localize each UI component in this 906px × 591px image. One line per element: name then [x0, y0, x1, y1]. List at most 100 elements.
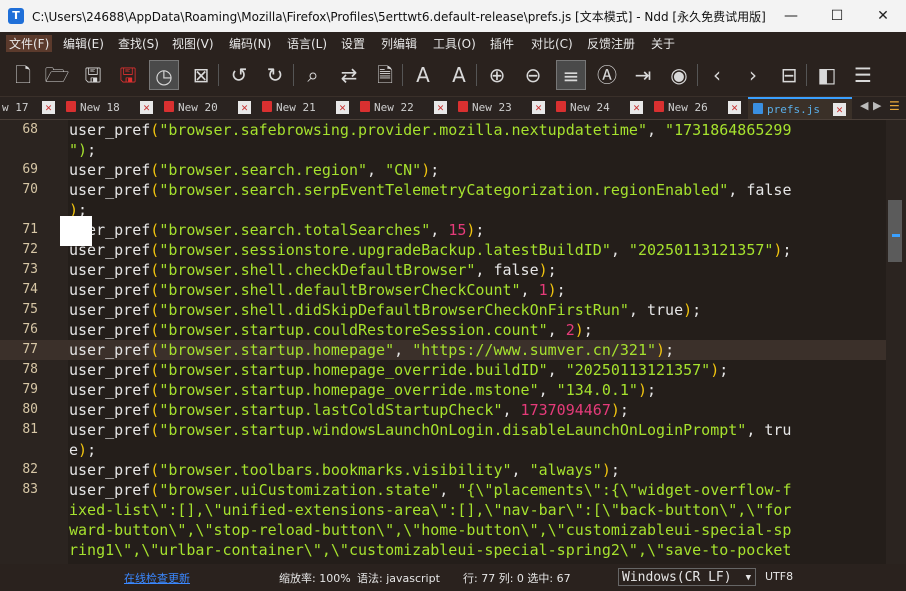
code-line[interactable]: 72 user_pref("browser.sessionstore.upgrad… — [0, 240, 886, 260]
vertical-scrollbar[interactable] — [886, 120, 906, 564]
preview-icon[interactable]: ◉ — [664, 60, 694, 90]
code-line[interactable]: ); — [0, 200, 886, 220]
maximize-button[interactable]: ☐ — [814, 0, 860, 32]
check-update-link[interactable]: 在线检查更新 — [124, 570, 190, 586]
close-tab-icon[interactable]: ✕ — [42, 101, 55, 114]
code-line[interactable]: 76 user_pref("browser.startup.couldRestor… — [0, 320, 886, 340]
tab-label: prefs.js — [767, 103, 820, 116]
code-line[interactable]: 74 user_pref("browser.shell.defaultBrowse… — [0, 280, 886, 300]
code-line[interactable]: 70 user_pref("browser.search.serpEventTel… — [0, 180, 886, 200]
code-text: e); — [69, 441, 97, 459]
close-tab-icon[interactable]: ✕ — [630, 101, 643, 114]
selection-marker — [60, 216, 92, 246]
file-icon — [556, 101, 566, 112]
close-tab-icon[interactable]: ✕ — [833, 103, 846, 116]
code-line[interactable]: "); — [0, 140, 886, 160]
menu-find[interactable]: 查找(S) — [118, 35, 159, 52]
toolbar-separator — [697, 64, 698, 86]
new-file-icon[interactable]: 🗋 — [8, 60, 38, 90]
menu-view[interactable]: 视图(V) — [172, 35, 214, 52]
close-tab-icon[interactable]: ✕ — [728, 101, 741, 114]
menu-column-edit[interactable]: 列编辑 — [381, 35, 417, 52]
code-text: user_pref("browser.shell.checkDefaultBro… — [69, 261, 557, 279]
code-line[interactable]: 79 user_pref("browser.startup.homepage_ov… — [0, 380, 886, 400]
open-folder-icon[interactable]: 🗁 — [42, 60, 72, 90]
tab-new-21[interactable]: New 21 ✕ — [262, 97, 356, 119]
code-line[interactable]: 82 user_pref("browser.toolbars.bookmarks.… — [0, 460, 886, 480]
menu-settings[interactable]: 设置 — [341, 35, 365, 52]
app-icon: T — [8, 8, 24, 24]
close-tab-icon[interactable]: ✕ — [140, 101, 153, 114]
scrollbar-marker — [892, 234, 900, 237]
code-line[interactable]: 81 user_pref("browser.startup.windowsLaun… — [0, 420, 886, 440]
menu-file[interactable]: 文件(F) — [6, 35, 53, 52]
editor-window: T C:\Users\24688\AppData\Roaming\Mozilla… — [0, 0, 906, 591]
undo-icon[interactable]: ↺ — [224, 60, 254, 90]
next-icon[interactable]: › — [738, 60, 768, 90]
tab-new-26[interactable]: New 26 ✕ — [654, 97, 748, 119]
menu-edit[interactable]: 编辑(E) — [63, 35, 104, 52]
code-line[interactable]: e); — [0, 440, 886, 460]
tab-scroll-right-icon[interactable]: ▶ — [873, 99, 881, 112]
menu-tools[interactable]: 工具(O) — [433, 35, 476, 52]
prev-icon[interactable]: ‹ — [702, 60, 732, 90]
code-editor[interactable]: 68 user_pref("browser.safebrowsing.provid… — [0, 120, 886, 564]
show-symbols-icon[interactable]: Ⓐ — [592, 60, 622, 90]
code-text: user_pref("browser.safebrowsing.provider… — [69, 121, 792, 139]
tab-new-17[interactable]: w 17 ✕ — [0, 97, 62, 119]
close-button[interactable]: ✕ — [860, 0, 906, 32]
menu-compare[interactable]: 对比(C) — [531, 35, 573, 52]
code-line[interactable]: 71 user_pref("browser.search.totalSearche… — [0, 220, 886, 240]
save-icon[interactable]: 🖫 — [78, 60, 108, 90]
code-line[interactable]: ixed-list\":[],\"unified-extensions-area… — [0, 500, 886, 520]
file-watch-icon[interactable]: ◷ — [149, 60, 179, 90]
save-all-icon[interactable]: 🖫 — [113, 60, 143, 90]
tab-list-icon[interactable]: ☰ — [889, 99, 900, 113]
tab-prefs-js[interactable]: prefs.js ✕ — [748, 97, 852, 119]
code-line[interactable]: 77 user_pref("browser.startup.homepage", … — [0, 340, 886, 360]
code-line[interactable]: ward-button\",\"stop-reload-button\",\"h… — [0, 520, 886, 540]
font-larger-icon[interactable]: A — [408, 60, 438, 90]
menu-plugins[interactable]: 插件 — [490, 35, 514, 52]
code-text: ring1\",\"urlbar-container\",\"customiza… — [69, 541, 792, 559]
close-tab-icon[interactable]: ✕ — [532, 101, 545, 114]
tab-scroll-left-icon[interactable]: ◀ — [860, 99, 868, 112]
close-tab-icon[interactable]: ✕ — [336, 101, 349, 114]
code-line[interactable]: 78 user_pref("browser.startup.homepage_ov… — [0, 360, 886, 380]
code-line[interactable]: 75 user_pref("browser.shell.didSkipDefaul… — [0, 300, 886, 320]
tab-new-24[interactable]: New 24 ✕ — [556, 97, 650, 119]
split-view-icon[interactable]: ◧ — [812, 60, 842, 90]
minimize-button[interactable]: — — [768, 0, 814, 32]
menu-feedback[interactable]: 反馈注册 — [587, 35, 635, 52]
code-line[interactable]: ring1\",\"urlbar-container\",\"customiza… — [0, 540, 886, 560]
replace-icon[interactable]: ⇄ — [334, 60, 364, 90]
close-file-icon[interactable]: ⊠ — [186, 60, 216, 90]
menu-language[interactable]: 语言(L) — [287, 35, 327, 52]
line-ending-select[interactable]: Windows(CR LF) ▼ — [618, 568, 756, 586]
tab-new-20[interactable]: New 20 ✕ — [164, 97, 258, 119]
redo-icon[interactable]: ↻ — [260, 60, 290, 90]
code-line[interactable]: 68 user_pref("browser.safebrowsing.provid… — [0, 120, 886, 140]
code-line[interactable]: 83 user_pref("browser.uiCustomization.sta… — [0, 480, 886, 500]
code-line[interactable]: 80 user_pref("browser.startup.lastColdSta… — [0, 400, 886, 420]
zoom-in-icon[interactable]: ⊕ — [482, 60, 512, 90]
macro-icon[interactable]: ⊟ — [774, 60, 804, 90]
file-list-icon[interactable]: ☰ — [848, 60, 878, 90]
scrollbar-thumb[interactable] — [888, 200, 902, 262]
indent-guide-icon[interactable]: ⇥ — [628, 60, 658, 90]
close-tab-icon[interactable]: ✕ — [434, 101, 447, 114]
word-wrap-icon[interactable]: ≡ — [556, 60, 586, 90]
tab-new-23[interactable]: New 23 ✕ — [458, 97, 552, 119]
find-icon[interactable]: ⌕ — [298, 60, 328, 90]
zoom-out-icon[interactable]: ⊖ — [518, 60, 548, 90]
font-smaller-icon[interactable]: A — [444, 60, 474, 90]
mark-icon[interactable]: 🗎 — [370, 60, 400, 90]
code-line[interactable]: 69 user_pref("browser.search.region", "CN… — [0, 160, 886, 180]
tab-new-22[interactable]: New 22 ✕ — [360, 97, 454, 119]
code-text: user_pref("browser.startup.homepage_over… — [69, 381, 657, 399]
menu-about[interactable]: 关于 — [651, 35, 675, 52]
close-tab-icon[interactable]: ✕ — [238, 101, 251, 114]
code-line[interactable]: 73 user_pref("browser.shell.checkDefaultB… — [0, 260, 886, 280]
tab-new-18[interactable]: New 18 ✕ — [66, 97, 160, 119]
menu-encoding[interactable]: 编码(N) — [229, 35, 271, 52]
